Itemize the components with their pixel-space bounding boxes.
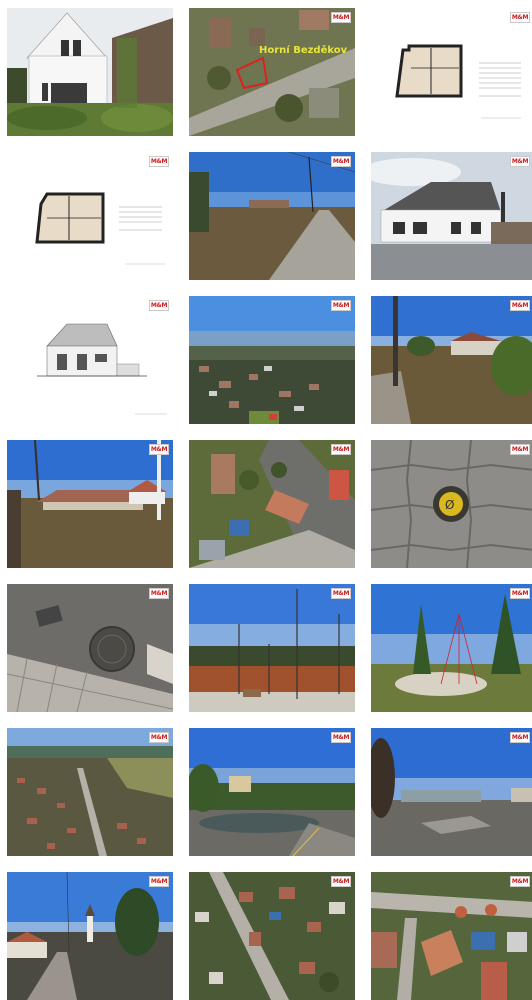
photo-aerial-plot-top[interactable]: M&M	[189, 440, 355, 568]
house-render-image	[7, 8, 173, 136]
pingpong-table-image	[371, 728, 532, 856]
photo-street-church[interactable]: M&M	[7, 872, 173, 1000]
photo-plot-street[interactable]: M&M	[189, 152, 355, 280]
photo-pingpong-table[interactable]: M&M	[371, 728, 532, 856]
agency-logo: M&M	[149, 732, 169, 743]
agency-logo: M&M	[149, 300, 169, 311]
agency-logo: M&M	[331, 588, 351, 599]
photo-house-street-render[interactable]: M&M	[371, 152, 532, 280]
agency-logo: M&M	[510, 156, 530, 167]
floorplan-image	[371, 8, 532, 136]
elevation-drawing-image	[7, 296, 173, 424]
photo-aerial-street[interactable]: M&M	[189, 872, 355, 1000]
plot-pole-image	[371, 296, 532, 424]
agency-logo: M&M	[149, 156, 169, 167]
house-street-render-image	[371, 152, 532, 280]
photo-village-pond[interactable]: M&M	[189, 728, 355, 856]
agency-logo: M&M	[149, 876, 169, 887]
playground-net-image	[371, 584, 532, 712]
photo-playground-net[interactable]: M&M	[371, 584, 532, 712]
photo-aerial-map[interactable]: Horní Bezděkov M&M	[189, 8, 355, 136]
street-church-image	[7, 872, 173, 1000]
photo-plot-pole[interactable]: M&M	[371, 296, 532, 424]
photo-sports-court[interactable]: M&M	[189, 584, 355, 712]
agency-logo: M&M	[510, 588, 530, 599]
agency-logo: M&M	[331, 156, 351, 167]
floorplan-image	[7, 152, 173, 280]
photo-elevation-drawing[interactable]: M&M	[7, 296, 173, 424]
svg-text:Ø: Ø	[445, 498, 454, 512]
agency-logo: M&M	[331, 876, 351, 887]
plot-neighbors-image	[7, 440, 173, 568]
photo-aerial-neighborhood[interactable]: M&M	[371, 872, 532, 1000]
photo-plot-neighbors[interactable]: M&M	[7, 440, 173, 568]
agency-logo: M&M	[331, 444, 351, 455]
agency-logo: M&M	[331, 300, 351, 311]
photo-street-drain[interactable]: M&M	[7, 584, 173, 712]
agency-logo: M&M	[331, 732, 351, 743]
photo-floorplan-upper[interactable]: M&M	[7, 152, 173, 280]
pavement-marker-image: Ø	[371, 440, 532, 568]
photo-aerial-town[interactable]: M&M	[7, 728, 173, 856]
plot-street-image	[189, 152, 355, 280]
agency-logo: M&M	[510, 12, 530, 23]
agency-logo: M&M	[510, 300, 530, 311]
photo-pavement-marker[interactable]: Ø M&M	[371, 440, 532, 568]
photo-gallery: Horní Bezděkov M&M M&M M&M M&M M&M M&M M…	[0, 0, 532, 1000]
aerial-village-image	[189, 296, 355, 424]
agency-logo: M&M	[331, 12, 351, 23]
sports-court-image	[189, 584, 355, 712]
agency-logo: M&M	[149, 444, 169, 455]
photo-house-render[interactable]	[7, 8, 173, 136]
aerial-plot-top-image	[189, 440, 355, 568]
agency-logo: M&M	[510, 732, 530, 743]
street-drain-image	[7, 584, 173, 712]
map-location-label: Horní Bezděkov	[259, 44, 348, 56]
agency-logo: M&M	[149, 588, 169, 599]
aerial-neighborhood-image	[371, 872, 532, 1000]
photo-floorplan-ground[interactable]: M&M	[371, 8, 532, 136]
village-pond-image	[189, 728, 355, 856]
aerial-street-image	[189, 872, 355, 1000]
photo-aerial-village[interactable]: M&M	[189, 296, 355, 424]
aerial-map-image: Horní Bezděkov	[189, 8, 355, 136]
aerial-town-image	[7, 728, 173, 856]
agency-logo: M&M	[510, 876, 530, 887]
agency-logo: M&M	[510, 444, 530, 455]
